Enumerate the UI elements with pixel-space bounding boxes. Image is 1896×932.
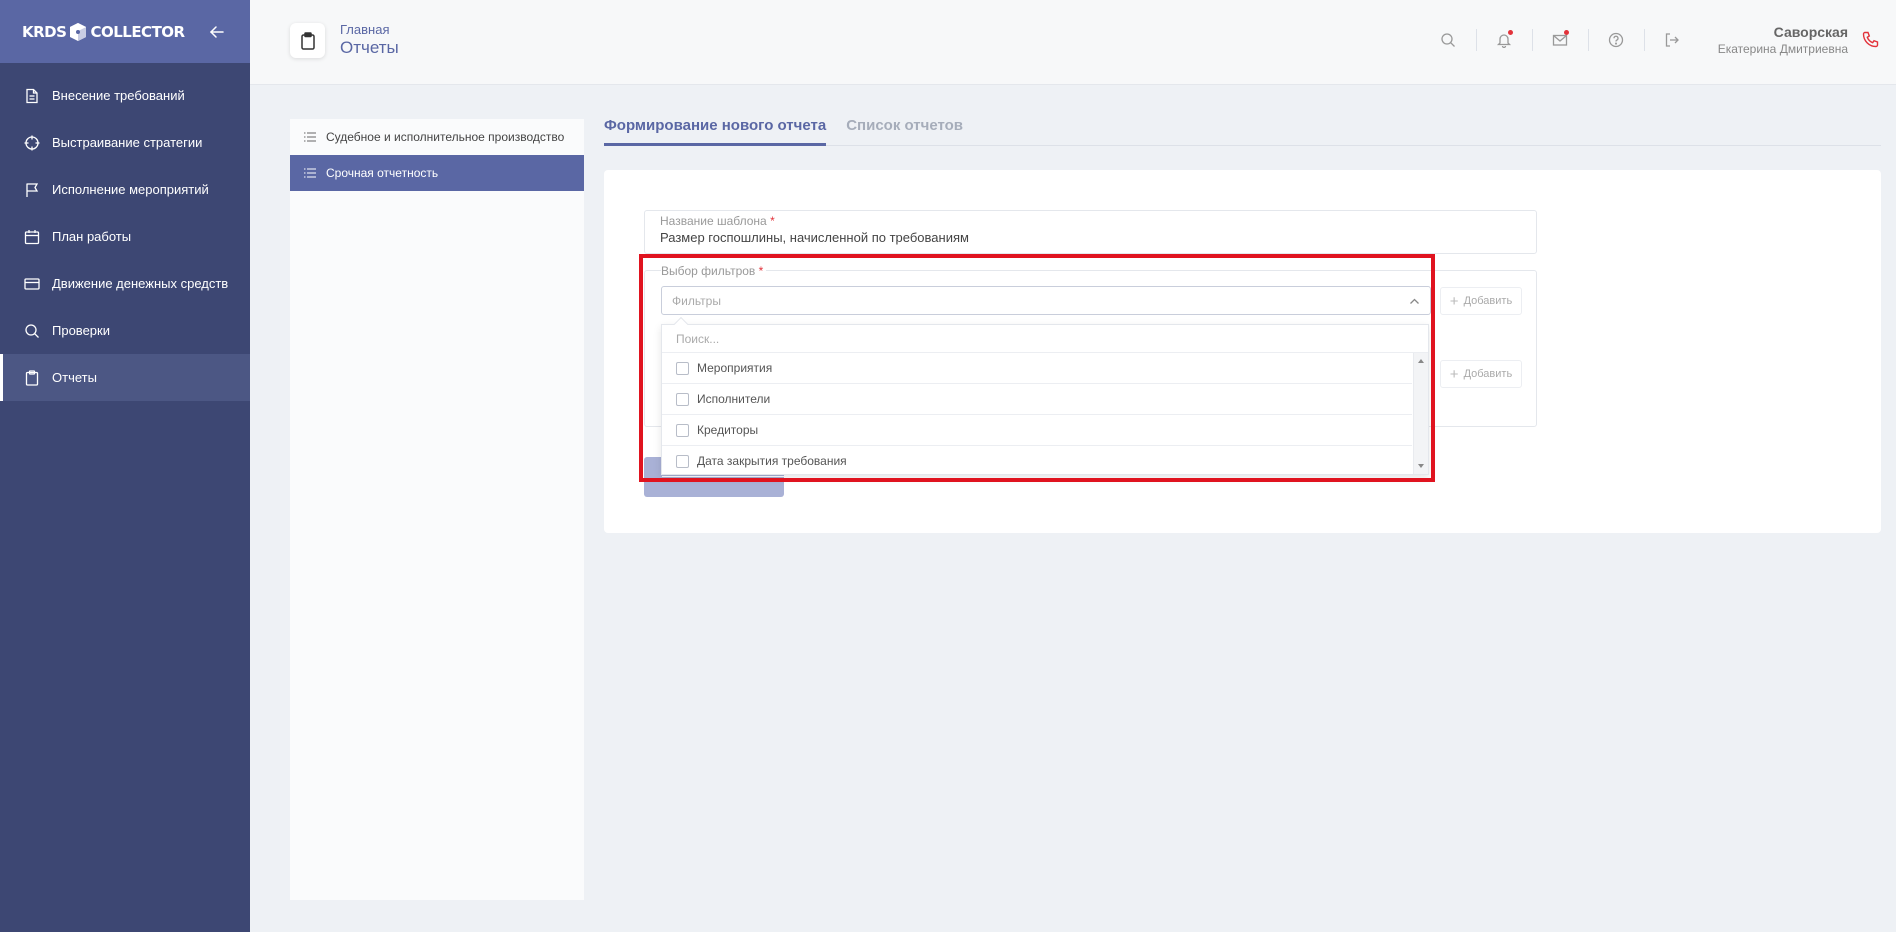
plus-icon: + [1449, 292, 1459, 310]
checkbox[interactable] [676, 392, 689, 406]
sidebar-item-label: Выстраивание стратегии [52, 135, 203, 150]
user-last-name: Саворская [1773, 24, 1848, 40]
sidebar-item-label: Движение денежных средств [52, 276, 229, 291]
notification-dot [1507, 30, 1513, 35]
tab-new-report[interactable]: Формирование нового отчета [604, 117, 827, 146]
sidebar-item-activities[interactable]: Исполнение мероприятий [0, 166, 250, 213]
filters-select[interactable]: Фильтры [661, 286, 1431, 315]
card-icon [24, 277, 40, 290]
dropdown-search-input[interactable] [676, 331, 1276, 346]
sidebar-item-strategy[interactable]: Выстраивание стратегии [0, 119, 250, 166]
sidebar-header: KRDS COLLECTOR [0, 0, 250, 63]
phone-icon [1862, 31, 1879, 47]
sidebar-item-work-plan[interactable]: План работы [0, 213, 250, 260]
arrow-left-icon[interactable] [208, 23, 226, 41]
list-icon [304, 132, 316, 142]
search-icon [25, 323, 39, 338]
help-button[interactable] [1587, 29, 1644, 51]
filter-option-activities[interactable]: Мероприятия [662, 353, 1412, 384]
sidebar-item-label: Отчеты [52, 370, 97, 385]
chevron-up-icon [1410, 298, 1419, 304]
cube-logo-icon [70, 22, 87, 41]
clipboard-icon [25, 369, 39, 386]
filter-option-executors[interactable]: Исполнители [662, 384, 1412, 415]
sidebar-item-label: Исполнение мероприятий [52, 182, 209, 197]
checkbox[interactable] [676, 361, 689, 375]
filter-option-label: Дата закрытия требования [697, 454, 847, 468]
sidebar-item-requirements[interactable]: Внесение требований [0, 72, 250, 119]
sidebar-item-cash-flow[interactable]: Движение денежных средств [0, 260, 250, 307]
filters-label: Выбор фильтров * [661, 264, 767, 278]
checkbox[interactable] [676, 454, 689, 468]
sidebar-item-checks[interactable]: Проверки [0, 307, 250, 354]
filters-dropdown: Мероприятия Исполнители Кредиторы Дата з… [661, 316, 1429, 477]
sidebar-item-label: Внесение требований [52, 88, 185, 103]
report-category-label: Судебное и исполнительное производство [326, 130, 565, 144]
logo-left-text: KRDS [22, 22, 67, 41]
breadcrumb[interactable]: Главная [340, 22, 399, 37]
add-filter-button[interactable]: + Добавить [1440, 287, 1522, 315]
filter-option-creditors[interactable]: Кредиторы [662, 415, 1412, 446]
sidebar-item-label: План работы [52, 229, 132, 244]
dropdown-scrollbar[interactable] [1413, 353, 1428, 474]
page-icon-box [290, 23, 325, 58]
header-search-button[interactable] [1420, 32, 1476, 48]
filter-option-closing-date[interactable]: Дата закрытия требования [662, 446, 1412, 477]
sidebar-item-reports[interactable]: Отчеты [0, 354, 250, 401]
app-logo[interactable]: KRDS COLLECTOR [22, 22, 185, 42]
sidebar: KRDS COLLECTOR Внесение требований Выстр… [0, 0, 250, 932]
header-titles: Главная Отчеты [340, 22, 399, 58]
report-category-panel: Судебное и исполнительное производство С… [290, 119, 584, 900]
filter-option-label: Исполнители [697, 392, 771, 406]
scroll-up-arrow-icon[interactable] [1418, 359, 1424, 363]
dropdown-search [662, 325, 1428, 353]
template-name-label: Название шаблона * [660, 214, 775, 228]
plus-icon: + [1449, 365, 1459, 383]
logout-button[interactable] [1643, 29, 1700, 51]
add-filter-button-2[interactable]: + Добавить [1440, 360, 1522, 388]
sidebar-nav: Внесение требований Выстраивание стратег… [0, 72, 250, 401]
filter-option-label: Мероприятия [697, 361, 773, 375]
checkbox[interactable] [676, 423, 689, 437]
template-name-value: Размер госпошлины, начисленной по требов… [660, 230, 969, 245]
scroll-down-arrow-icon[interactable] [1418, 464, 1424, 468]
user-info[interactable]: Саворская Екатерина Дмитриевна [1718, 24, 1848, 56]
report-category-urgent[interactable]: Срочная отчетность [290, 155, 584, 191]
list-icon [304, 168, 316, 178]
report-tabs: Формирование нового отчета Список отчето… [604, 117, 1881, 146]
notifications-button[interactable] [1475, 29, 1532, 51]
messages-button[interactable] [1531, 29, 1588, 51]
user-first-names: Екатерина Дмитриевна [1717, 42, 1848, 56]
help-icon [1608, 32, 1623, 48]
crosshair-icon [24, 135, 40, 150]
report-category-court[interactable]: Судебное и исполнительное производство [290, 119, 584, 155]
sidebar-item-label: Проверки [52, 323, 110, 338]
page-title: Отчеты [340, 38, 399, 57]
tab-report-list[interactable]: Список отчетов [846, 117, 963, 146]
filter-options-list: Мероприятия Исполнители Кредиторы Дата з… [662, 353, 1428, 477]
flag-icon [26, 182, 39, 197]
filters-placeholder: Фильтры [672, 294, 721, 308]
search-icon [1441, 33, 1455, 47]
message-dot [1563, 30, 1569, 35]
clipboard-icon [300, 31, 315, 50]
phone-button[interactable] [1862, 30, 1884, 51]
top-header: Главная Отчеты Саворская Екатерина Дмитр… [250, 0, 1896, 85]
document-icon [26, 88, 38, 103]
calendar-icon [24, 229, 40, 244]
header-toolbar: Саворская Екатерина Дмитриевна [1420, 0, 1896, 80]
template-name-field[interactable]: Название шаблона * Размер госпошлины, на… [644, 210, 1537, 254]
filter-option-label: Кредиторы [697, 423, 759, 437]
logout-icon [1665, 33, 1679, 47]
report-category-label: Срочная отчетность [326, 166, 439, 180]
logo-right-text: COLLECTOR [90, 22, 185, 41]
